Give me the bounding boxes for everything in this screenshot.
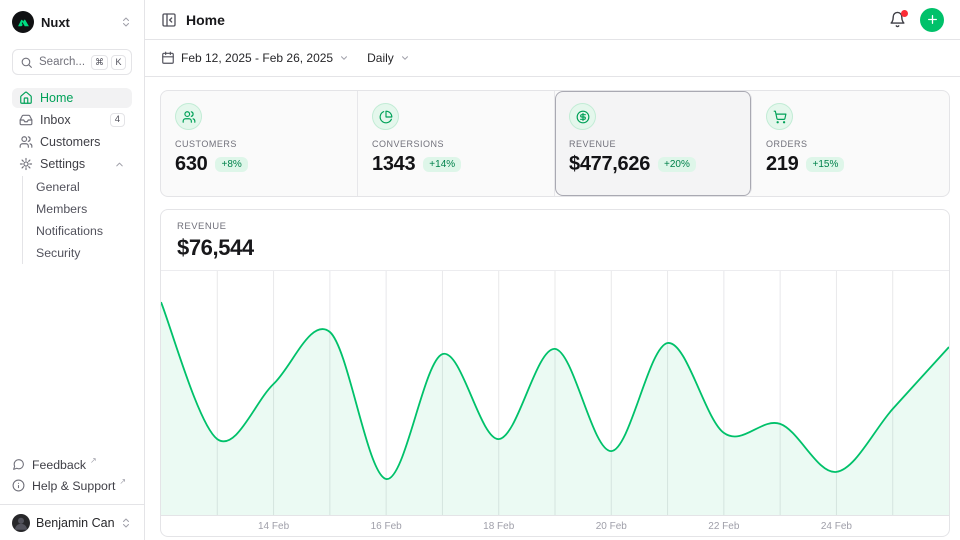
chart-pie-icon: [372, 103, 399, 130]
stat-card-orders[interactable]: ORDERS 219 +15%: [752, 91, 949, 196]
x-tick-label: 22 Feb: [708, 521, 739, 532]
filters-toolbar: Feb 12, 2025 - Feb 26, 2025 Daily: [145, 40, 960, 77]
stat-delta-badge: +20%: [658, 157, 696, 172]
sidebar: Nuxt Search... ⌘K Home Inbox 4 Customers …: [0, 0, 145, 540]
sidebar-link-help-support[interactable]: Help & Support ↗: [12, 475, 132, 496]
sidebar-link-feedback[interactable]: Feedback ↗: [12, 454, 132, 475]
nuxt-logo-icon: [12, 11, 34, 33]
revenue-chart-card: REVENUE $76,544 14 Feb 16 Feb 18 Feb 20 Feb…: [160, 209, 950, 537]
user-menu[interactable]: Benjamin Canac: [12, 505, 132, 532]
stat-delta-badge: +8%: [215, 157, 247, 172]
inbox-count-badge: 4: [110, 113, 125, 127]
external-link-icon: ↗: [90, 456, 97, 465]
stat-label: REVENUE: [569, 139, 737, 149]
chart-plot[interactable]: [161, 271, 949, 516]
period-value: Daily: [367, 51, 394, 65]
stat-card-revenue[interactable]: REVENUE $477,626 +20%: [555, 91, 752, 196]
settings-subnav: GeneralMembersNotificationsSecurity: [22, 176, 132, 264]
sidebar-item-home[interactable]: Home: [12, 88, 132, 108]
message-circle-icon: [12, 458, 25, 471]
kbd-cmd: ⌘: [91, 55, 108, 70]
external-link-icon: ↗: [119, 477, 126, 486]
dashboard-app: Nuxt Search... ⌘K Home Inbox 4 Customers …: [0, 0, 960, 540]
chevron-down-icon: [339, 53, 349, 63]
sidebar-item-customers[interactable]: Customers: [12, 132, 132, 152]
stat-delta-badge: +14%: [423, 157, 461, 172]
chevron-up-down-icon: [120, 517, 132, 529]
x-tick-label: 16 Feb: [371, 521, 402, 532]
search-shortcut: ⌘K: [91, 55, 126, 70]
chevron-up-icon: [114, 159, 125, 170]
stat-value: 1343: [372, 153, 415, 176]
workspace-switcher[interactable]: Nuxt: [12, 10, 132, 34]
notifications-button[interactable]: [889, 11, 906, 28]
sidebar-subitem-general[interactable]: General: [36, 176, 132, 198]
date-range-value: Feb 12, 2025 - Feb 26, 2025: [181, 51, 333, 65]
main: Home Feb 12, 2025 - Feb 26, 2025: [145, 0, 960, 540]
stat-value: $477,626: [569, 153, 650, 176]
collapse-sidebar-icon[interactable]: [161, 12, 177, 28]
content: CUSTOMERS 630 +8% CONVERSIONS 1343 +14% …: [145, 77, 960, 537]
stat-label: CUSTOMERS: [175, 139, 343, 149]
house-icon: [19, 91, 33, 105]
stat-value: 630: [175, 153, 207, 176]
search-icon: [20, 56, 33, 69]
avatar: [12, 514, 30, 532]
date-range-picker[interactable]: Feb 12, 2025 - Feb 26, 2025: [161, 51, 349, 65]
stat-card-customers[interactable]: CUSTOMERS 630 +8%: [161, 91, 358, 196]
footer-link-label: Feedback: [32, 458, 86, 472]
gear-icon: [19, 157, 33, 171]
chart-header: REVENUE $76,544: [161, 210, 949, 271]
chart-label: REVENUE: [177, 221, 933, 232]
x-tick-label: 24 Feb: [821, 521, 852, 532]
page-title: Home: [186, 12, 225, 28]
chart-value: $76,544: [177, 235, 933, 261]
stat-delta-badge: +15%: [806, 157, 844, 172]
calendar-icon: [161, 51, 175, 65]
circle-dollar-icon: [569, 103, 596, 130]
sidebar-item-label: Inbox: [40, 113, 71, 127]
sidebar-subitem-members[interactable]: Members: [36, 198, 132, 220]
users-icon: [175, 103, 202, 130]
workspace-name: Nuxt: [41, 15, 113, 30]
cart-icon: [766, 103, 793, 130]
notification-dot: [901, 10, 908, 17]
footer-link-label: Help & Support: [32, 479, 115, 493]
period-select[interactable]: Daily: [367, 51, 410, 65]
sidebar-nav: Home Inbox 4 Customers Settings GeneralMem…: [12, 88, 132, 268]
plus-icon: [926, 13, 939, 26]
area-chart: [161, 271, 949, 516]
add-button[interactable]: [920, 8, 944, 32]
sidebar-item-label: Home: [40, 91, 73, 105]
chevron-down-icon: [400, 53, 410, 63]
sidebar-footer: Feedback ↗ Help & Support ↗ Benjamin Canac: [12, 454, 132, 532]
search-placeholder: Search...: [39, 56, 85, 68]
search-input[interactable]: Search... ⌘K: [12, 49, 132, 75]
x-tick-label: 18 Feb: [483, 521, 514, 532]
sidebar-subitem-security[interactable]: Security: [36, 242, 132, 264]
inbox-icon: [19, 113, 33, 127]
user-name: Benjamin Canac: [36, 516, 114, 530]
kbd-k: K: [111, 55, 126, 70]
stats-row: CUSTOMERS 630 +8% CONVERSIONS 1343 +14% …: [160, 90, 950, 197]
x-tick-label: 20 Feb: [596, 521, 627, 532]
sidebar-item-label: Settings: [40, 157, 85, 171]
stat-label: CONVERSIONS: [372, 139, 540, 149]
stat-value: 219: [766, 153, 798, 176]
info-icon: [12, 479, 25, 492]
stat-card-conversions[interactable]: CONVERSIONS 1343 +14%: [358, 91, 555, 196]
chevron-up-down-icon: [120, 16, 132, 28]
sidebar-item-inbox[interactable]: Inbox 4: [12, 110, 132, 130]
stat-label: ORDERS: [766, 139, 935, 149]
sidebar-item-label: Customers: [40, 135, 100, 149]
x-tick-label: 14 Feb: [258, 521, 289, 532]
sidebar-subitem-notifications[interactable]: Notifications: [36, 220, 132, 242]
sidebar-item-settings[interactable]: Settings: [12, 154, 132, 174]
x-axis-ticks: 14 Feb 16 Feb 18 Feb 20 Feb 22 Feb 24 Feb: [161, 516, 949, 537]
users-icon: [19, 135, 33, 149]
top-header: Home: [145, 0, 960, 40]
